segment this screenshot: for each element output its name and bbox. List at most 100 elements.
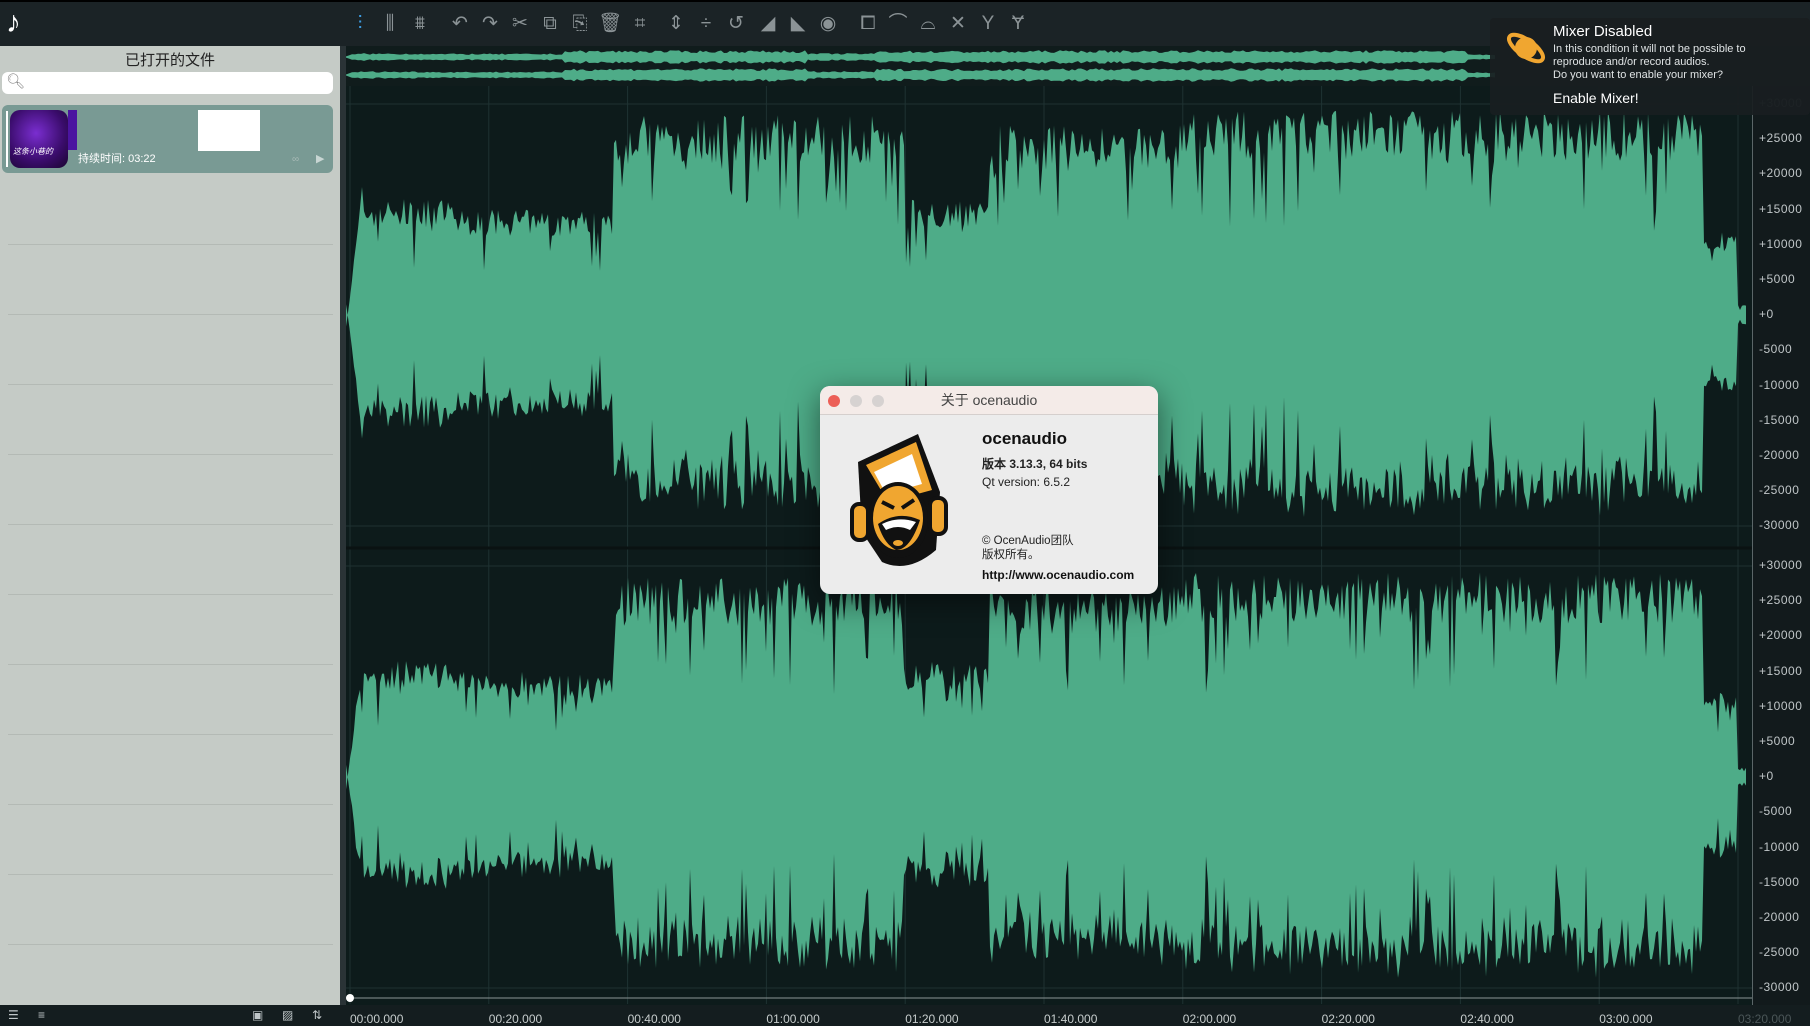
planet-icon — [1506, 32, 1546, 64]
list-view-icon[interactable]: ☰ — [8, 1008, 19, 1022]
effects-icon[interactable]: ◉ — [816, 12, 840, 36]
redo-icon[interactable]: ↷ — [478, 12, 502, 36]
enable-mixer-button[interactable]: Enable Mixer! — [1553, 90, 1639, 106]
amplitude-tick-label: +10000 — [1759, 236, 1803, 251]
fade-in-icon[interactable]: ◢ — [756, 12, 780, 36]
curve-in-icon[interactable]: ⌒ — [886, 12, 910, 36]
amplitude-tick-label: -15000 — [1759, 874, 1800, 889]
amplitude-tick-label: +5000 — [1759, 272, 1796, 286]
amplitude-tick-label: -25000 — [1759, 945, 1800, 960]
sidebar-title: 已打开的文件 — [124, 52, 215, 69]
amplitude-tick-label: -10000 — [1759, 839, 1800, 854]
duplicate-icon[interactable]: ⧠ — [856, 12, 880, 36]
undo-icon[interactable]: ↶ — [448, 12, 472, 36]
list-divider — [8, 314, 333, 315]
list-divider — [8, 594, 333, 595]
timeline-bar: ☰ ≡ ▣ ▨ ⇅ 00:00.000 00:20.000 00:40.000 01:… — [0, 1005, 1810, 1026]
play-icon[interactable]: ▶ — [316, 152, 324, 165]
time-tick-label: 03:20.000 — [1738, 1012, 1792, 1026]
time-tick-label: 00:40.000 — [627, 1012, 681, 1026]
amplitude-tick-label: -15000 — [1759, 412, 1800, 427]
amplitude-tick-label: +5000 — [1759, 734, 1796, 748]
time-tick-label: 00:00.000 — [350, 1012, 404, 1026]
amplitude-tick-label: +20000 — [1759, 628, 1803, 643]
link-icon[interactable]: ∞ — [292, 154, 299, 165]
cover-text: 这条小巷的 — [13, 147, 53, 156]
time-tick-label: 00:20.000 — [488, 1012, 543, 1026]
amplitude-tick-label: +25000 — [1759, 593, 1803, 608]
album-cover: 这条小巷的 — [10, 110, 68, 168]
about-dialog: 关于 ocenaudio ocenaudio 版本 3.13.3, 64 bit… — [820, 386, 1158, 594]
waveform-view-icon[interactable]: ⫶ — [348, 12, 372, 36]
list-divider — [8, 384, 333, 385]
search-input[interactable]: 🔍︎ — [2, 72, 333, 94]
zoom-button[interactable] — [872, 395, 884, 407]
list-divider — [8, 874, 333, 875]
amplitude-tick-label: -5000 — [1759, 804, 1793, 819]
rights-reserved: 版权所有。 — [982, 549, 1040, 561]
reverse-icon[interactable]: ↺ — [724, 12, 748, 36]
time-tick-label: 02:00.000 — [1182, 1012, 1237, 1026]
spectrogram-view-icon[interactable]: ⩩ — [408, 12, 432, 36]
split-icon[interactable]: Ɏ — [1006, 12, 1030, 36]
amplitude-tick-label: -25000 — [1759, 483, 1800, 498]
normalize-icon[interactable]: ⇕ — [664, 12, 688, 36]
list-divider — [8, 244, 333, 245]
amplitude-tick-label: -5000 — [1759, 342, 1793, 357]
app-name: ocenaudio — [982, 429, 1068, 448]
time-tick-label: 03:00.000 — [1599, 1012, 1653, 1026]
amplitude-tick-label: -10000 — [1759, 377, 1800, 392]
delete-icon[interactable]: 🗑︎ — [598, 12, 622, 36]
amplitude-tick-label: +0 — [1759, 307, 1774, 322]
image-icon[interactable]: ▨ — [282, 1008, 293, 1022]
amplitude-tick-label: -30000 — [1759, 980, 1800, 995]
copy-icon[interactable]: ⧉ — [538, 12, 562, 36]
fade-out-icon[interactable]: ◣ — [786, 12, 810, 36]
spectrum-view-icon[interactable]: ⫼ — [378, 12, 402, 36]
mixer-message-line: reproduce and/or record audios. — [1553, 56, 1710, 68]
list-divider — [8, 524, 333, 525]
amplitude-tick-label: +30000 — [1759, 558, 1803, 572]
amplitude-tick-label: +10000 — [1759, 698, 1803, 713]
list-divider — [8, 944, 333, 945]
sort-icon[interactable]: ⇅ — [312, 1008, 322, 1022]
mixer-title: Mixer Disabled — [1553, 23, 1653, 40]
crossfade-icon[interactable]: ✕ — [946, 12, 970, 36]
close-button[interactable] — [828, 395, 840, 407]
search-icon: 🔍︎ — [6, 73, 26, 90]
playhead-handle[interactable] — [346, 994, 354, 1002]
minimize-button[interactable] — [850, 395, 862, 407]
silence-icon[interactable]: ÷ — [694, 12, 718, 36]
list-divider — [8, 734, 333, 735]
file-thumbnail — [198, 110, 260, 151]
cut-icon[interactable]: ✂ — [508, 12, 532, 36]
time-tick-label: 02:40.000 — [1460, 1012, 1514, 1026]
mixer-disabled-notification: Mixer Disabled In this condition it will… — [1490, 18, 1810, 115]
amplitude-tick-label: +15000 — [1759, 201, 1803, 216]
amplitude-tick-label: -20000 — [1759, 448, 1800, 462]
amplitude-tick-label: -20000 — [1759, 910, 1800, 924]
qt-version: Qt version: 6.5.2 — [982, 475, 1071, 489]
time-tick-label: 01:00.000 — [766, 1012, 820, 1026]
merge-icon[interactable]: Y — [976, 12, 1000, 36]
amplitude-tick-label: +15000 — [1759, 663, 1803, 678]
cover-strip — [68, 110, 77, 150]
app-logo-icon[interactable]: ♪ — [6, 6, 21, 40]
compact-view-icon[interactable]: ≡ — [38, 1008, 45, 1022]
amplitude-tick-label: -30000 — [1759, 518, 1800, 533]
curve-out-icon[interactable]: ⌓ — [916, 12, 940, 36]
time-tick-label: 02:20.000 — [1321, 1012, 1375, 1026]
list-divider — [8, 804, 333, 805]
ocenaudio-logo-icon — [850, 434, 948, 566]
time-tick-label: 01:20.000 — [905, 1012, 959, 1026]
list-divider — [8, 664, 333, 665]
mixer-message-line: Do you want to enable your mixer? — [1553, 69, 1723, 81]
fit-icon[interactable]: ▣ — [252, 1008, 263, 1022]
amplitude-tick-label: +0 — [1759, 769, 1774, 784]
amplitude-tick-label: +25000 — [1759, 131, 1803, 146]
paste-icon[interactable]: ⎘ — [568, 12, 592, 36]
app-version: 版本 3.13.3, 64 bits — [982, 457, 1088, 471]
file-list-item[interactable]: 这条小巷的 持续时间: 03:22 ∞ ▶ — [2, 105, 333, 173]
crop-icon[interactable]: ⌗ — [628, 12, 652, 36]
website-link[interactable]: http://www.ocenaudio.com — [982, 568, 1134, 582]
